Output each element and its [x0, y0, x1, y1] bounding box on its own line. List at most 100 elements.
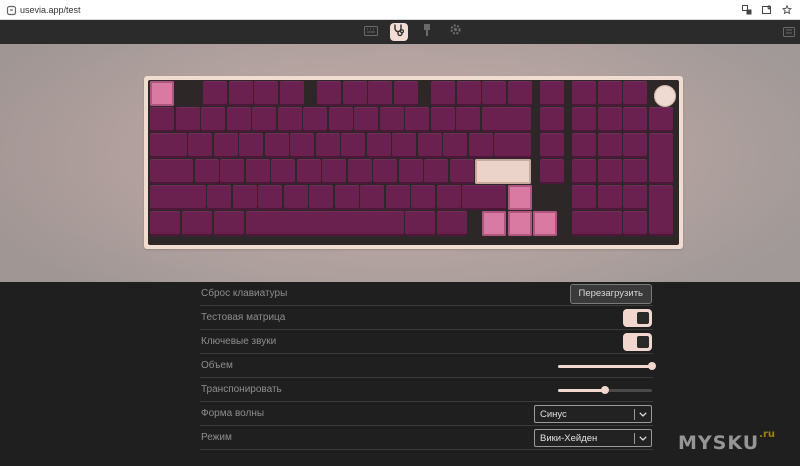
key[interactable] — [245, 211, 404, 236]
key[interactable] — [443, 133, 468, 158]
key[interactable] — [232, 185, 257, 210]
transpose-slider-thumb[interactable] — [601, 386, 609, 394]
rotary-knob[interactable] — [654, 85, 676, 107]
key[interactable] — [303, 107, 327, 132]
key[interactable] — [188, 133, 213, 158]
key[interactable] — [220, 159, 245, 184]
key[interactable] — [201, 107, 225, 132]
key[interactable] — [150, 211, 181, 236]
key-pressed[interactable] — [482, 211, 506, 236]
key[interactable] — [405, 211, 436, 236]
key[interactable] — [572, 133, 596, 158]
key[interactable] — [449, 159, 474, 184]
key[interactable] — [317, 81, 341, 106]
key[interactable] — [494, 133, 531, 158]
key[interactable] — [456, 107, 480, 132]
key[interactable] — [175, 107, 200, 132]
volume-slider-thumb[interactable] — [648, 362, 656, 370]
key-pressed[interactable] — [533, 211, 557, 236]
key[interactable] — [228, 81, 253, 106]
key[interactable] — [342, 81, 367, 106]
key[interactable] — [597, 81, 622, 106]
key[interactable] — [347, 159, 372, 184]
key[interactable] — [572, 185, 596, 210]
mode-select[interactable]: Вики-Хейден — [534, 429, 652, 447]
key[interactable] — [462, 185, 506, 210]
key[interactable] — [258, 185, 283, 210]
reload-button[interactable]: Перезагрузить — [569, 284, 652, 304]
key[interactable] — [181, 211, 213, 236]
key[interactable] — [482, 81, 506, 106]
test-tab[interactable] — [390, 23, 408, 41]
external-link-icon[interactable] — [782, 25, 796, 39]
key[interactable] — [623, 81, 647, 106]
waveform-select[interactable]: Синус — [534, 405, 652, 423]
key-pressed[interactable] — [507, 185, 532, 210]
key[interactable] — [507, 81, 532, 106]
key[interactable] — [481, 107, 531, 132]
key[interactable] — [213, 133, 238, 158]
key[interactable] — [322, 159, 347, 184]
key[interactable] — [572, 107, 596, 132]
volume-slider[interactable] — [558, 362, 656, 370]
key[interactable] — [648, 133, 673, 184]
key[interactable] — [405, 107, 429, 132]
key[interactable] — [456, 81, 481, 106]
key[interactable] — [540, 159, 564, 184]
test-matrix-toggle[interactable] — [623, 309, 652, 327]
key[interactable] — [271, 159, 296, 184]
key[interactable] — [264, 133, 289, 158]
key[interactable] — [373, 159, 398, 184]
key[interactable] — [411, 185, 436, 210]
key[interactable] — [150, 159, 194, 184]
key[interactable] — [392, 133, 417, 158]
key[interactable] — [436, 211, 468, 236]
key[interactable] — [360, 185, 385, 210]
key[interactable] — [431, 81, 455, 106]
key[interactable] — [277, 107, 302, 132]
configure-tab[interactable] — [362, 23, 380, 41]
key[interactable] — [385, 185, 410, 210]
key[interactable] — [623, 185, 647, 210]
key[interactable] — [393, 81, 418, 106]
key[interactable] — [296, 159, 321, 184]
key[interactable] — [417, 133, 442, 158]
key-sounds-toggle[interactable] — [623, 333, 652, 351]
key[interactable] — [245, 159, 270, 184]
key[interactable] — [597, 133, 622, 158]
key[interactable] — [597, 159, 622, 184]
key[interactable] — [648, 185, 673, 236]
translate-icon[interactable] — [741, 3, 752, 16]
url-text[interactable]: usevia.app/test — [20, 3, 81, 17]
key-pressed[interactable] — [150, 81, 174, 106]
key[interactable] — [283, 185, 308, 210]
key[interactable] — [572, 159, 596, 184]
key[interactable] — [341, 133, 366, 158]
key[interactable] — [540, 107, 564, 132]
key[interactable] — [623, 159, 647, 184]
design-tab[interactable] — [418, 23, 436, 41]
key[interactable] — [366, 133, 391, 158]
key[interactable] — [213, 211, 245, 236]
key[interactable] — [252, 107, 276, 132]
chevron-down-icon[interactable] — [638, 433, 647, 444]
key[interactable] — [226, 107, 251, 132]
key[interactable] — [468, 133, 493, 158]
key[interactable] — [207, 185, 232, 210]
key[interactable] — [328, 107, 353, 132]
key[interactable] — [203, 81, 227, 106]
key[interactable] — [597, 185, 622, 210]
key[interactable] — [254, 81, 278, 106]
key[interactable] — [279, 81, 304, 106]
bookmark-star-icon[interactable] — [781, 3, 792, 16]
key[interactable] — [150, 185, 206, 210]
key[interactable] — [572, 211, 622, 236]
settings-tab[interactable] — [446, 23, 464, 41]
key[interactable] — [334, 185, 359, 210]
key[interactable] — [540, 133, 564, 158]
key[interactable] — [623, 107, 647, 132]
chevron-down-icon[interactable] — [638, 409, 647, 420]
key[interactable] — [398, 159, 423, 184]
key[interactable] — [150, 133, 187, 158]
key[interactable] — [315, 133, 340, 158]
